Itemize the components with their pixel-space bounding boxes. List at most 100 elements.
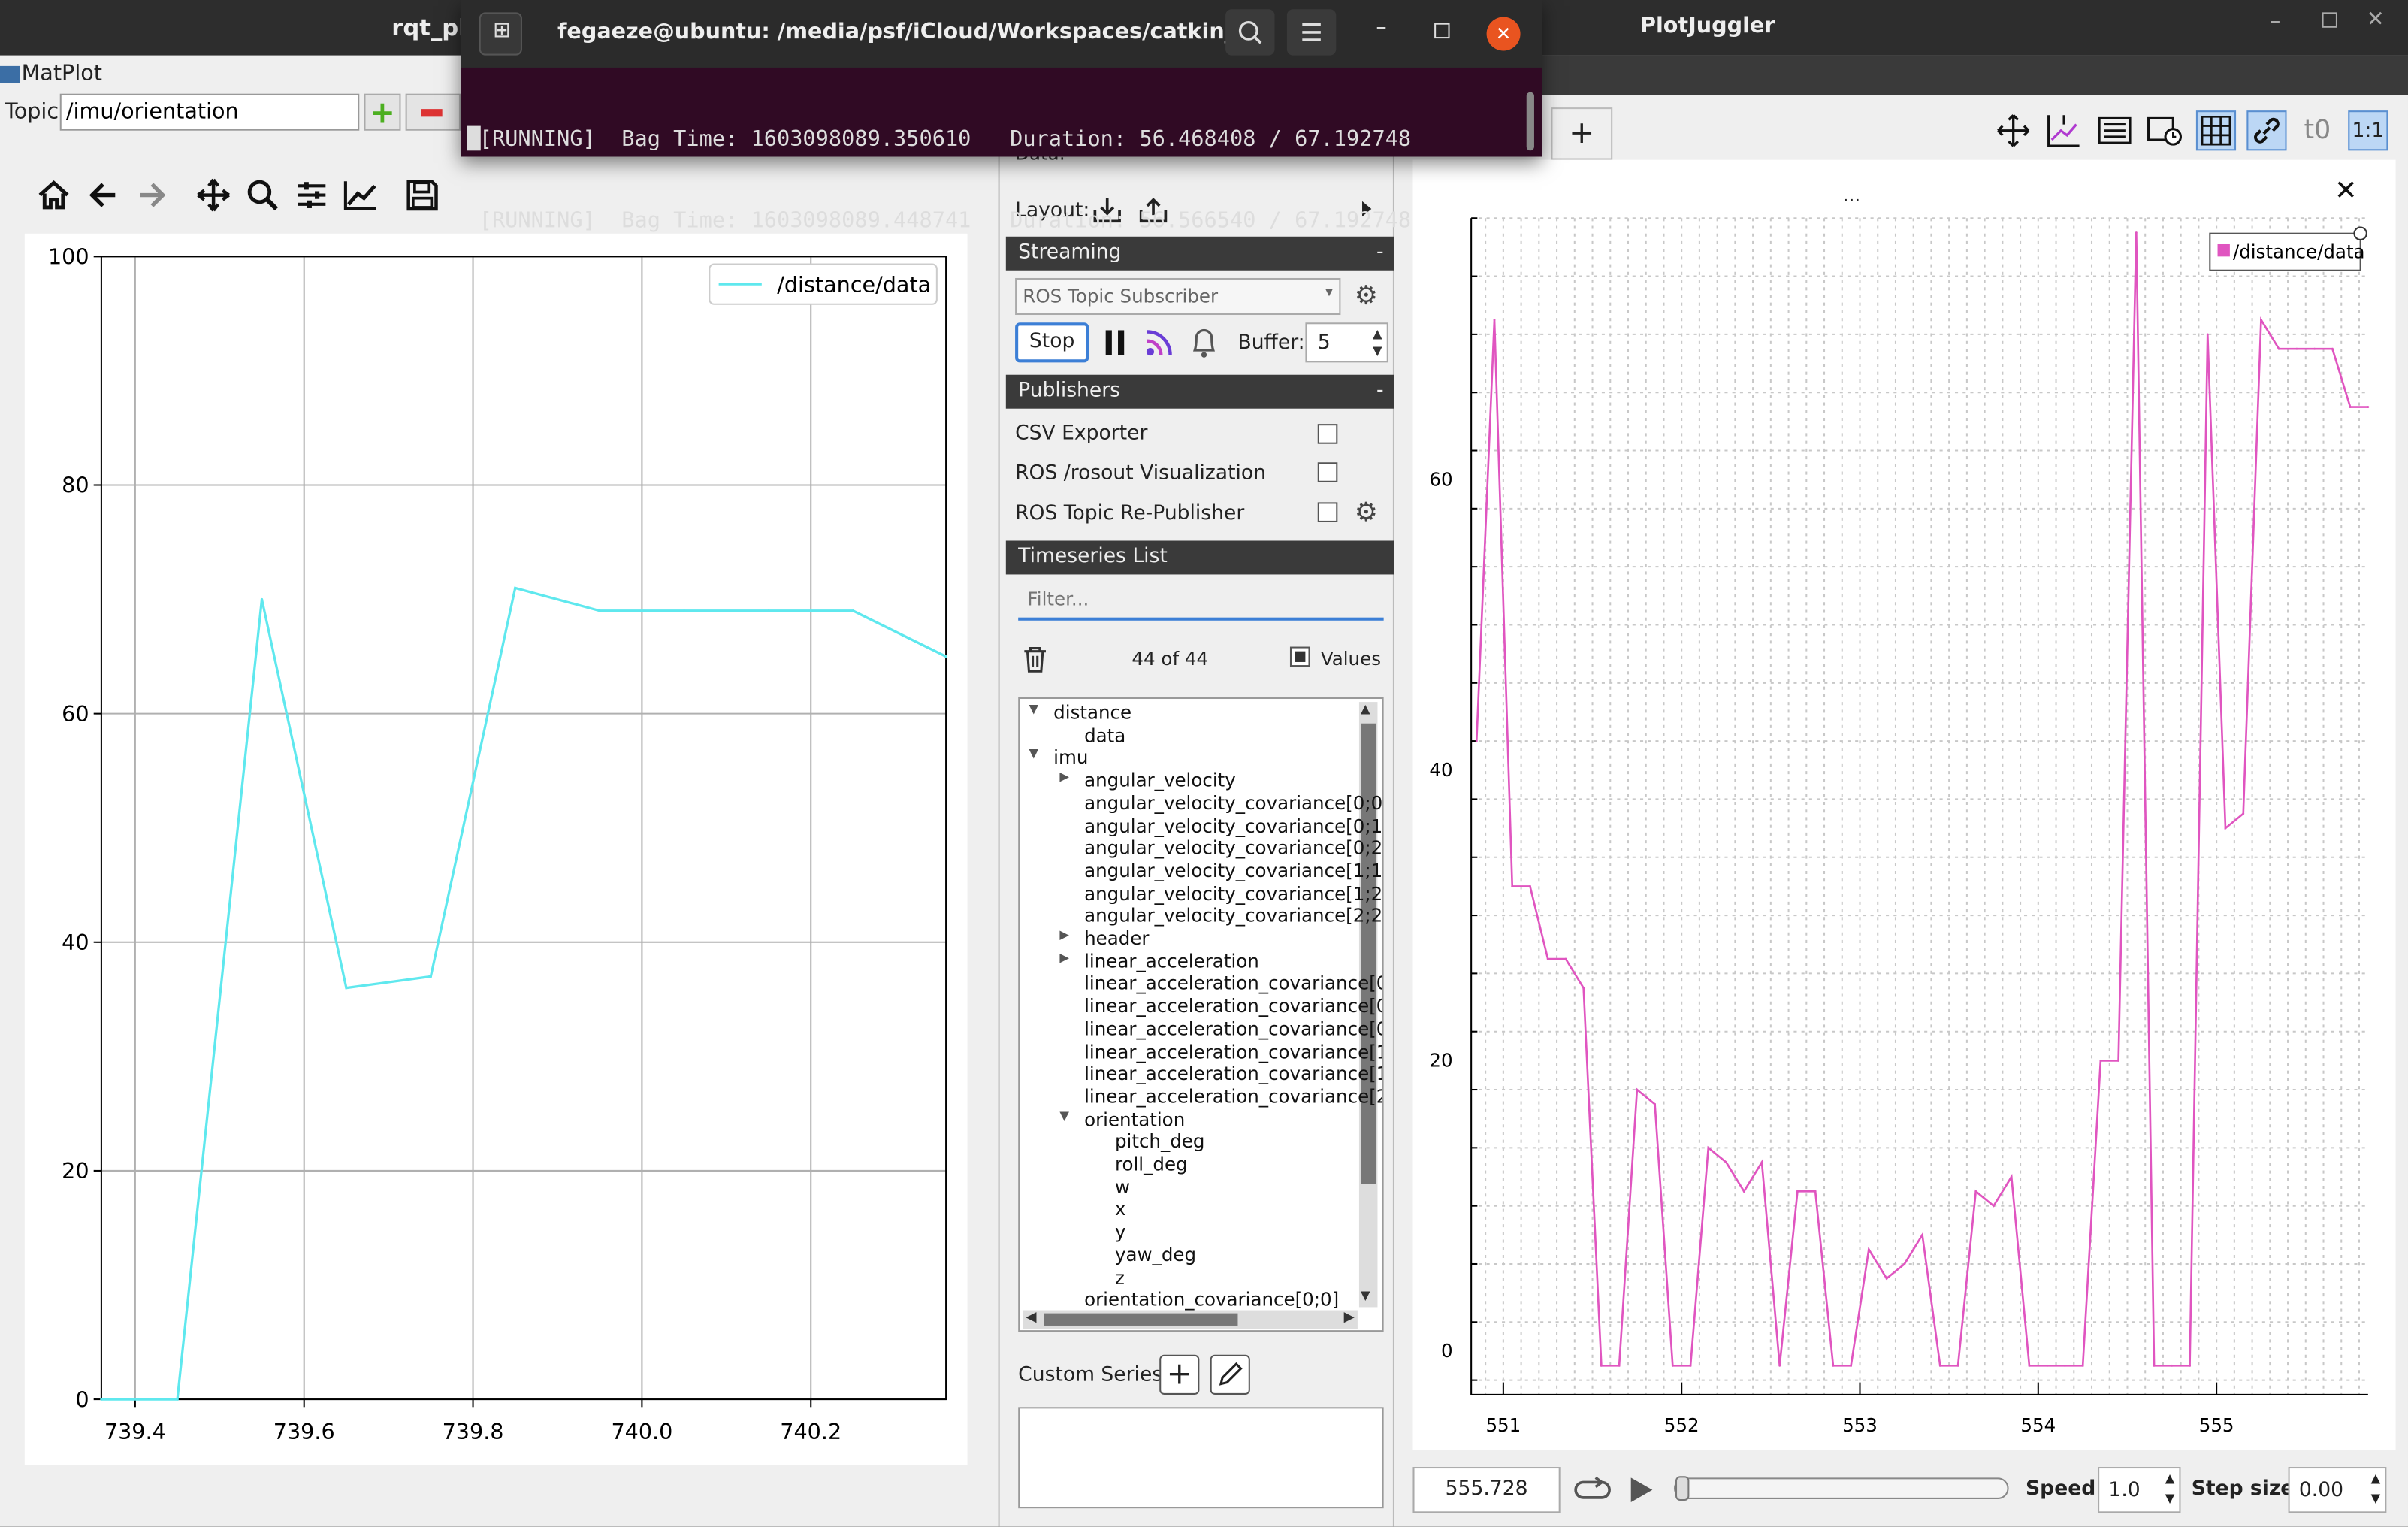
data-point: [2367, 406, 2370, 408]
ratio-button[interactable]: 1:1: [2348, 110, 2388, 151]
topic-input[interactable]: [59, 93, 360, 131]
custom-series-list[interactable]: [1018, 1407, 1384, 1509]
maximize-icon[interactable]: [1434, 23, 1450, 39]
add-custom-series-button[interactable]: +: [1159, 1354, 1200, 1395]
expand-down-icon[interactable]: ▼: [1029, 702, 1038, 715]
calendar-clock-icon[interactable]: [2145, 110, 2185, 150]
new-tab-icon[interactable]: ⊞: [479, 12, 522, 56]
tree-item[interactable]: w: [1115, 1176, 1130, 1198]
tree-item[interactable]: header: [1084, 928, 1149, 950]
add-topic-button[interactable]: +: [364, 93, 401, 131]
spin-up-icon[interactable]: ▲: [2165, 1471, 2175, 1485]
terminal-scrollbar[interactable]: [1526, 92, 1534, 151]
feed-icon[interactable]: [1144, 327, 1175, 364]
spin-up-icon[interactable]: ▲: [2371, 1471, 2381, 1485]
tree-item[interactable]: linear_acceleration_covariance[1;: [1084, 1063, 1382, 1085]
expand-right-icon[interactable]: ▶: [1059, 928, 1069, 942]
edit-custom-series-button[interactable]: [1210, 1354, 1250, 1395]
close-window-icon[interactable]: ✕: [2367, 8, 2385, 32]
tree-item[interactable]: roll_deg: [1115, 1154, 1188, 1175]
spin-down-icon[interactable]: ▼: [2371, 1492, 2381, 1505]
zoom-icon[interactable]: [243, 175, 282, 215]
close-icon[interactable]: ✕: [1486, 17, 1521, 51]
link-icon[interactable]: [2246, 110, 2287, 151]
tree-item[interactable]: orientation: [1084, 1108, 1185, 1130]
tree-item[interactable]: angular_velocity: [1084, 770, 1236, 791]
tree-item[interactable]: angular_velocity_covariance[0;0]: [1084, 792, 1382, 814]
tree-item[interactable]: angular_velocity_covariance[0;1]: [1084, 815, 1382, 836]
expand-right-icon[interactable]: ▶: [1059, 951, 1069, 964]
play-icon[interactable]: [1628, 1474, 1656, 1511]
legend-icon[interactable]: [2095, 110, 2135, 150]
current-time-field[interactable]: 555.728: [1412, 1467, 1561, 1513]
maximize-icon[interactable]: [2322, 12, 2337, 28]
values-checkbox[interactable]: [1289, 646, 1310, 667]
save-icon[interactable]: [403, 175, 443, 215]
tree-item[interactable]: linear_acceleration_covariance[1;: [1084, 1041, 1382, 1063]
data-point: [2046, 1364, 2049, 1367]
stop-button[interactable]: Stop: [1015, 322, 1089, 363]
step-size-spinbox[interactable]: 0.00 ▲ ▼: [2288, 1467, 2387, 1513]
pan-icon[interactable]: [194, 175, 234, 215]
expand-right-icon[interactable]: ▶: [1059, 770, 1069, 783]
tree-item[interactable]: angular_velocity_covariance[1;2]: [1084, 882, 1382, 904]
terminal-search-icon[interactable]: [1225, 9, 1275, 56]
tree-item[interactable]: linear_acceleration: [1084, 951, 1259, 972]
matplot-plugin-header: MatPlot: [0, 62, 102, 89]
loop-icon[interactable]: [1574, 1473, 1611, 1513]
edit-axis-icon[interactable]: [341, 175, 381, 215]
tree-item[interactable]: angular_velocity_covariance[1;1]: [1084, 860, 1382, 881]
tree-item[interactable]: data: [1084, 724, 1125, 746]
tree-item[interactable]: linear_acceleration_covariance[0;: [1084, 996, 1382, 1017]
data-point: [1511, 884, 1514, 887]
trash-icon[interactable]: [1023, 645, 1047, 679]
move-icon[interactable]: [1993, 110, 2033, 150]
forward-arrow-icon[interactable]: [132, 175, 172, 215]
spin-up-icon[interactable]: ▲: [1373, 327, 1382, 340]
spin-down-icon[interactable]: ▼: [1373, 344, 1382, 358]
speed-spinbox[interactable]: 1.0 ▲ ▼: [2098, 1467, 2181, 1513]
tree-item[interactable]: distance: [1053, 702, 1131, 724]
minimize-icon[interactable]: –: [2270, 9, 2280, 34]
minimize-icon[interactable]: –: [1376, 15, 1386, 40]
csv-exporter-checkbox[interactable]: [1317, 424, 1338, 444]
buffer-spinbox[interactable]: 5 ▲ ▼: [1305, 322, 1388, 363]
filter-input[interactable]: [1018, 580, 1384, 621]
remove-topic-button[interactable]: [405, 93, 461, 131]
expand-down-icon[interactable]: ▼: [1029, 747, 1038, 760]
rqt-plot-canvas[interactable]: 020406080100739.4 739.6 739.8 740.0 740.2/di…: [24, 233, 968, 1465]
add-tab-button[interactable]: +: [1551, 107, 1613, 160]
tree-item[interactable]: y: [1115, 1221, 1126, 1243]
slider-handle[interactable]: [1675, 1476, 1690, 1501]
plotjuggler-plot-canvas[interactable]: 0 20 40 60 551 552 553 554 555/distance/data: [1412, 159, 2396, 1450]
tree-item[interactable]: orientation_covariance[0;0]: [1084, 1289, 1339, 1311]
hamburger-menu-icon[interactable]: [1286, 9, 1337, 56]
home-icon[interactable]: [34, 175, 74, 215]
spin-down-icon[interactable]: ▼: [2165, 1492, 2175, 1505]
republisher-gear-icon[interactable]: ⚙: [1355, 497, 1378, 528]
tree-item[interactable]: angular_velocity_covariance[2;2]: [1084, 906, 1382, 927]
tree-item[interactable]: pitch_deg: [1115, 1131, 1205, 1153]
pause-icon[interactable]: [1104, 328, 1126, 362]
tree-item[interactable]: linear_acceleration_covariance[0;: [1084, 1018, 1382, 1040]
tree-item[interactable]: imu: [1053, 747, 1088, 769]
republisher-checkbox[interactable]: [1317, 502, 1338, 522]
tree-item[interactable]: linear_acceleration_covariance[0;: [1084, 973, 1382, 995]
terminal-output[interactable]: [RUNNING] Bag Time: 1603098089.350610 Du…: [479, 74, 1411, 289]
tree-item[interactable]: linear_acceleration_covariance[2;: [1084, 1086, 1382, 1108]
tree-item[interactable]: x: [1115, 1199, 1126, 1220]
zoom-out-icon[interactable]: [2044, 110, 2084, 150]
close-plot-icon[interactable]: ✕: [2334, 175, 2358, 207]
time-slider[interactable]: [1673, 1476, 2009, 1501]
tree-item[interactable]: z: [1115, 1266, 1125, 1288]
grid-icon[interactable]: [2195, 110, 2237, 151]
tree-horizontal-scrollbar[interactable]: ◀ ▶: [1023, 1310, 1358, 1329]
configure-subplots-icon[interactable]: [292, 175, 331, 215]
tree-item[interactable]: angular_velocity_covariance[0;2]: [1084, 837, 1382, 859]
rosout-checkbox[interactable]: [1317, 462, 1338, 482]
tree-item[interactable]: yaw_deg: [1115, 1244, 1196, 1265]
back-arrow-icon[interactable]: [83, 175, 122, 215]
expand-down-icon[interactable]: ▼: [1059, 1108, 1069, 1122]
bell-icon[interactable]: [1190, 325, 1218, 365]
t0-button[interactable]: t0: [2298, 110, 2337, 150]
